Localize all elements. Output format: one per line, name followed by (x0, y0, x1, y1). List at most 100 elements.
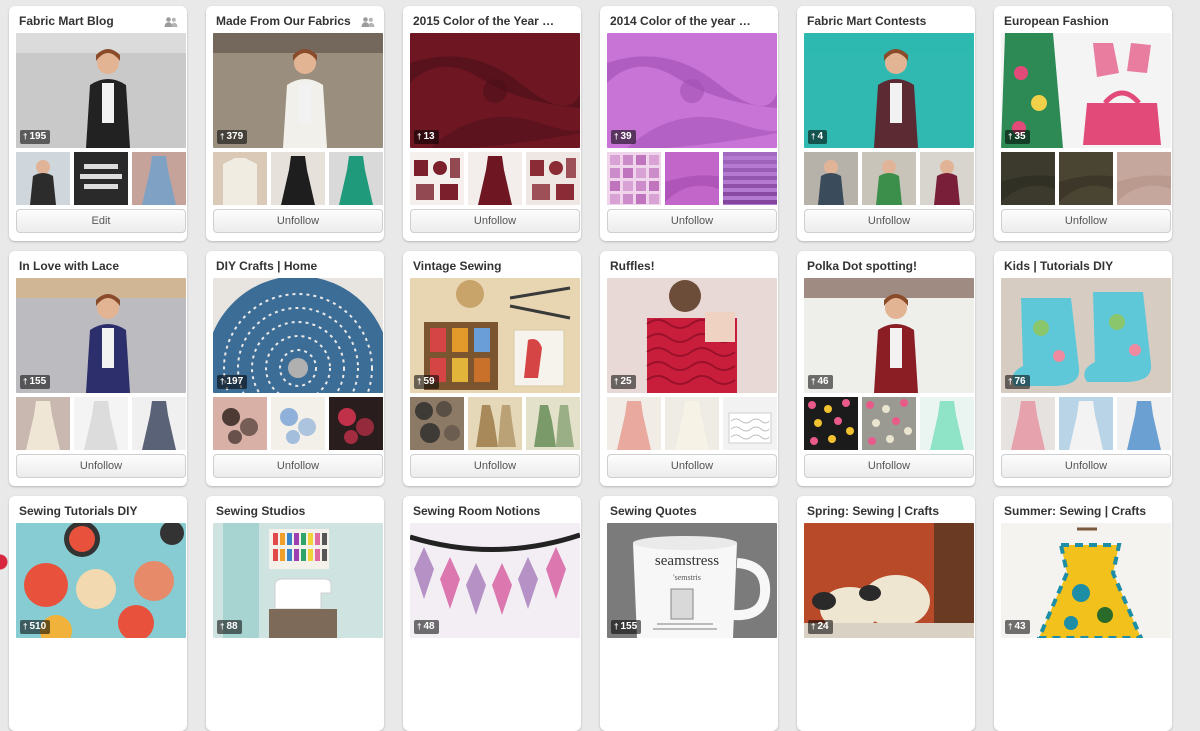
board-thumbnail[interactable] (132, 397, 186, 450)
board-title[interactable]: Vintage Sewing (413, 259, 557, 275)
board-card[interactable]: 2014 Color of the year - Radiant Orchid †… (600, 6, 778, 241)
board-thumbnail[interactable] (271, 397, 325, 450)
board-cover-image[interactable]: † 35 (1001, 33, 1171, 148)
board-cover-image[interactable]: † 48 (410, 523, 580, 638)
board-title[interactable]: Sewing Studios (216, 504, 360, 520)
board-card[interactable]: Summer: Sewing | Crafts † 43 (994, 496, 1172, 731)
board-thumbnail[interactable] (16, 152, 70, 205)
board-card[interactable]: DIY Crafts | Home † 197 Unfollow (206, 251, 384, 486)
board-thumbnail[interactable] (665, 152, 719, 205)
board-title[interactable]: Made From Our Fabrics (216, 14, 360, 30)
board-thumbnail[interactable] (607, 152, 661, 205)
board-thumbnail[interactable] (1117, 397, 1171, 450)
board-card[interactable]: Fabric Mart Blog † 195 Edit (9, 6, 187, 241)
board-title[interactable]: Polka Dot spotting! (807, 259, 951, 275)
unfollow-button[interactable]: Unfollow (607, 454, 777, 478)
board-thumbnail[interactable] (329, 397, 383, 450)
unfollow-button[interactable]: Unfollow (410, 454, 580, 478)
board-thumbnail[interactable] (607, 397, 661, 450)
board-thumbnail[interactable] (410, 152, 464, 205)
board-title[interactable]: Sewing Tutorials DIY (19, 504, 163, 520)
unfollow-button[interactable]: Unfollow (213, 209, 383, 233)
board-thumbnail[interactable] (468, 152, 522, 205)
board-card[interactable]: Vintage Sewing † 59 Unfollow (403, 251, 581, 486)
board-cover-image[interactable]: † 4 (804, 33, 974, 148)
board-title[interactable]: 2015 Color of the Year - Marsala (413, 14, 557, 30)
board-card[interactable]: Sewing Room Notions † 48 (403, 496, 581, 731)
board-card[interactable]: Spring: Sewing | Crafts † 24 (797, 496, 975, 731)
board-thumbnail[interactable] (920, 397, 974, 450)
board-card[interactable]: Sewing Tutorials DIY † 510 (9, 496, 187, 731)
board-card[interactable]: 2015 Color of the Year - Marsala †13 Unfol… (403, 6, 581, 241)
board-cover-image[interactable]: † 76 (1001, 278, 1171, 393)
board-thumbnail[interactable] (1001, 397, 1055, 450)
board-thumbnail[interactable] (804, 152, 858, 205)
board-title[interactable]: Kids | Tutorials DIY (1004, 259, 1148, 275)
board-thumbnail[interactable] (213, 397, 267, 450)
board-title[interactable]: Ruffles! (610, 259, 754, 275)
board-card[interactable]: Ruffles! † 25 Unfollow (600, 251, 778, 486)
board-title[interactable]: Fabric Mart Blog (19, 14, 163, 30)
board-thumbnail[interactable] (410, 397, 464, 450)
board-card[interactable]: Made From Our Fabrics † 379 Unfollow (206, 6, 384, 241)
board-thumbnail[interactable] (132, 152, 186, 205)
board-cover-image[interactable]: † 39 (607, 33, 777, 148)
board-title[interactable]: European Fashion (1004, 14, 1148, 30)
board-thumbnail[interactable] (920, 152, 974, 205)
board-card[interactable]: Sewing Studios † 88 (206, 496, 384, 731)
unfollow-button[interactable]: Unfollow (804, 454, 974, 478)
board-title[interactable]: Sewing Quotes (610, 504, 754, 520)
board-title[interactable]: Sewing Room Notions (413, 504, 557, 520)
board-cover-image[interactable]: † 88 (213, 523, 383, 638)
board-thumbnail[interactable] (862, 397, 916, 450)
board-cover-image[interactable]: † 59 (410, 278, 580, 393)
board-thumbnail[interactable] (74, 397, 128, 450)
board-cover-image[interactable]: † 24 (804, 523, 974, 638)
board-thumbnail[interactable] (862, 152, 916, 205)
board-title[interactable]: Fabric Mart Contests (807, 14, 951, 30)
board-thumbnail[interactable] (16, 397, 70, 450)
board-card[interactable]: European Fashion † 35 Unfollow (994, 6, 1172, 241)
board-thumbnail[interactable] (213, 152, 267, 205)
board-card[interactable]: Sewing Quotes seamstress 'semstris † 155 (600, 496, 778, 731)
board-thumbnail[interactable] (1001, 152, 1055, 205)
board-thumbnail[interactable] (665, 397, 719, 450)
unfollow-button[interactable]: Unfollow (213, 454, 383, 478)
board-title[interactable]: Summer: Sewing | Crafts (1004, 504, 1148, 520)
unfollow-button[interactable]: Unfollow (16, 454, 186, 478)
board-thumbnail[interactable] (526, 152, 580, 205)
board-cover-image[interactable]: † 195 (16, 33, 186, 148)
unfollow-button[interactable]: Unfollow (804, 209, 974, 233)
board-card[interactable]: Polka Dot spotting! † 46 Unfollow (797, 251, 975, 486)
edit-board-button[interactable]: Edit (16, 209, 186, 233)
board-thumbnail[interactable] (723, 397, 777, 450)
board-card[interactable]: Fabric Mart Contests † 4 Unfollow (797, 6, 975, 241)
board-cover-image[interactable]: † 13 (410, 33, 580, 148)
board-card[interactable]: In Love with Lace † 155 Unfollow (9, 251, 187, 486)
unfollow-button[interactable]: Unfollow (1001, 454, 1171, 478)
board-cover-image[interactable]: † 43 (1001, 523, 1171, 638)
board-title[interactable]: DIY Crafts | Home (216, 259, 360, 275)
unfollow-button[interactable]: Unfollow (607, 209, 777, 233)
board-thumbnail[interactable] (804, 397, 858, 450)
board-cover-image[interactable]: † 25 (607, 278, 777, 393)
board-thumbnail[interactable] (526, 397, 580, 450)
board-cover-image[interactable]: † 379 (213, 33, 383, 148)
unfollow-button[interactable]: Unfollow (410, 209, 580, 233)
board-thumbnail[interactable] (74, 152, 128, 205)
board-thumbnail[interactable] (271, 152, 325, 205)
board-title[interactable]: Spring: Sewing | Crafts (807, 504, 951, 520)
unfollow-button[interactable]: Unfollow (1001, 209, 1171, 233)
board-thumbnail[interactable] (723, 152, 777, 205)
board-cover-image[interactable]: † 155 (16, 278, 186, 393)
board-thumbnail[interactable] (1117, 152, 1171, 205)
board-cover-image[interactable]: † 197 (213, 278, 383, 393)
board-cover-image[interactable]: † 46 (804, 278, 974, 393)
board-title[interactable]: 2014 Color of the year - Radiant Orchid (610, 14, 754, 30)
board-cover-image[interactable]: seamstress 'semstris † 155 (607, 523, 777, 638)
board-cover-image[interactable]: † 510 (16, 523, 186, 638)
board-title[interactable]: In Love with Lace (19, 259, 163, 275)
board-thumbnail[interactable] (329, 152, 383, 205)
board-thumbnail[interactable] (1059, 152, 1113, 205)
board-card[interactable]: Kids | Tutorials DIY † 76 Unfollow (994, 251, 1172, 486)
